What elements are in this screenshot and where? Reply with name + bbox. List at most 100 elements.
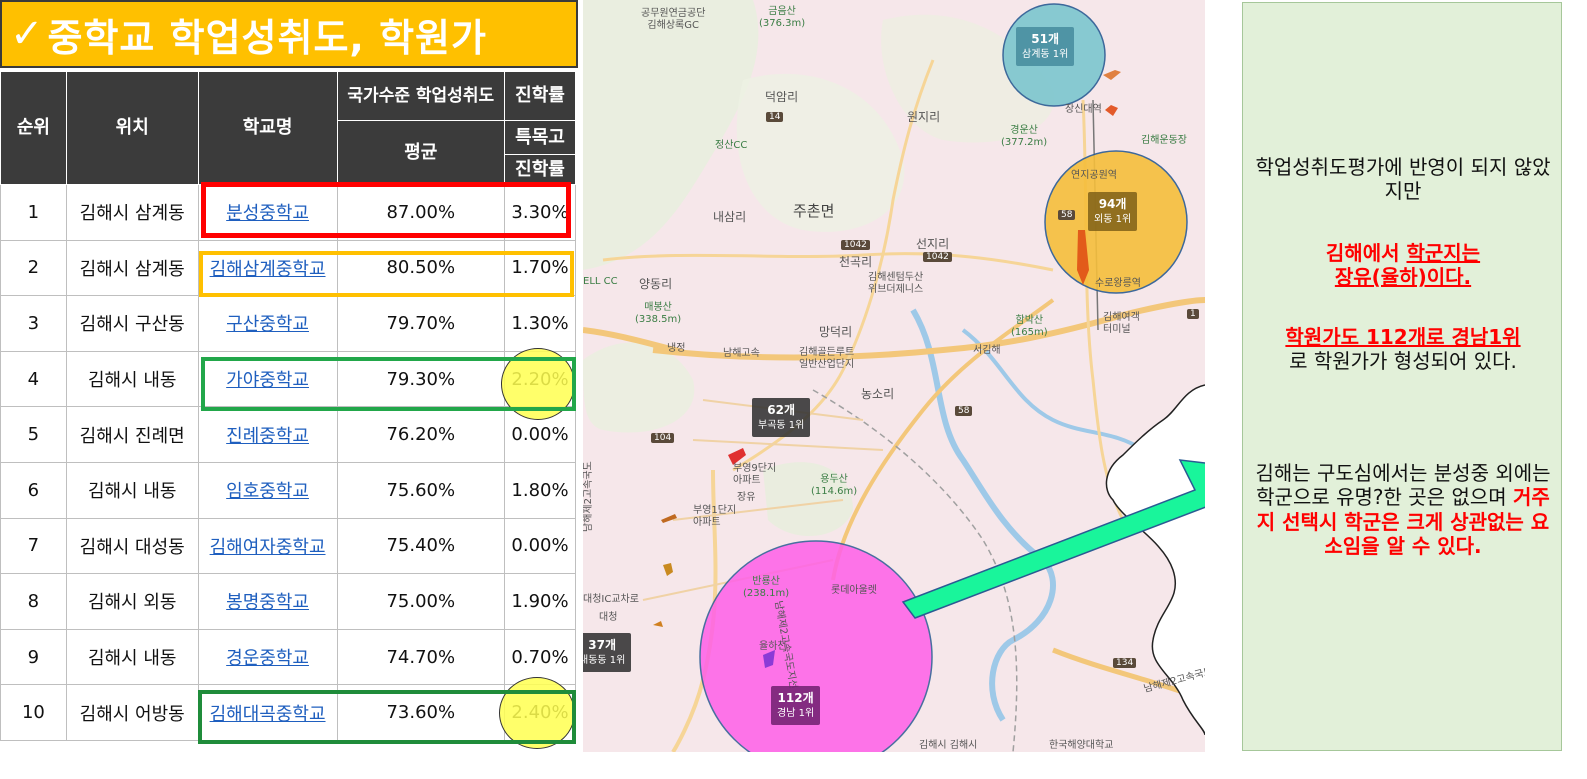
header-achievement: 국가수준 학업성취도 [336, 71, 506, 121]
road-sign-58-b: 58 [955, 406, 973, 416]
rank-cell: 2 [0, 239, 67, 297]
header-location: 위치 [65, 71, 199, 185]
page-title: 중학교 학업성취도, 학원가 [47, 15, 487, 60]
average-cell: 80.50% [336, 239, 506, 297]
academy-badge-naedong: 37개 내동동 1위 [583, 633, 632, 672]
rate-cell: 3.30% [504, 184, 576, 241]
average-cell: 74.70% [336, 628, 506, 686]
map-label-p28: 장유 [737, 492, 756, 503]
map-label-p1: 공무원연금공단 김해상록GC [641, 8, 706, 31]
location-cell: 김해시 내동 [65, 628, 199, 686]
school-link[interactable]: 김해삼계중학교 [197, 239, 338, 297]
academy-badge-yulha: 112개 경남 1위 [771, 686, 821, 725]
rank-cell: 8 [0, 573, 67, 630]
map-label-p2: 금음산 (376.3m) [759, 6, 806, 29]
map-label-p39: 김해시 김해시 [919, 740, 978, 751]
comment-para-2: 김해에서 학군지는 장유(율하)이다. [1325, 241, 1481, 290]
map-label-p14: 양동리 [639, 277, 673, 291]
comment-para-4: 김해는 구도심에서는 분성중 외에는 학군으로 유명?한 곳은 없으며 거주지 … [1255, 461, 1551, 559]
rank-cell: 5 [0, 406, 67, 463]
school-link[interactable]: 분성중학교 [197, 184, 338, 241]
road-sign-134: 134 [1113, 658, 1137, 668]
location-cell: 김해시 삼계동 [65, 239, 199, 297]
table-row: 6 김해시 내동 임호중학교 75.60% 1.80% [0, 461, 576, 519]
average-cell: 79.30% [336, 350, 506, 408]
location-cell: 김해시 대성동 [65, 517, 199, 575]
location-cell: 김해시 내동 [65, 350, 199, 408]
map-label-p26: 농소리 [861, 387, 895, 401]
map-label-p29: 부영1단지 아파트 [693, 505, 737, 528]
road-sign-1042-b: 1042 [923, 252, 952, 262]
map-label-p7: 김해운동장 [1141, 135, 1187, 146]
comment-para-1: 학업성취도평가에 반영이 되지 않았지만 [1255, 155, 1551, 204]
commentary-panel: 학업성취도평가에 반영이 되지 않았지만 김해에서 학군지는 장유(율하)이다.… [1242, 2, 1562, 751]
map-label-p21: 망덕리 [819, 325, 853, 339]
title-banner: ✓ 중학교 학업성취도, 학원가 [0, 0, 578, 68]
average-cell: 75.40% [336, 517, 506, 575]
area-map: 공무원연금공단 김해상록GC 금음산 (376.3m) 덕암리 원지리 정산CC… [583, 0, 1205, 752]
road-sign-1042-a: 1042 [841, 240, 870, 250]
map-label-p36: 한국해양대학교 [1049, 740, 1114, 751]
map-label-p23: 남해고속 [723, 348, 760, 359]
map-label-p10: 주촌면 [793, 202, 835, 220]
academy-badge-oedong: 94개 외동 1위 [1088, 192, 1138, 231]
map-label-p32: 롯데아울렛 [831, 585, 877, 596]
table-row: 9 김해시 내동 경운중학교 74.70% 0.70% [0, 628, 576, 686]
map-base [583, 0, 1205, 752]
rate-cell: 1.80% [504, 461, 576, 519]
map-label-p33: 대청IC교차로 [583, 594, 639, 605]
rate-cell: 1.30% [504, 295, 576, 352]
school-link[interactable]: 김해여자중학교 [197, 517, 338, 575]
school-link[interactable]: 가야중학교 [197, 350, 338, 408]
average-cell: 79.70% [336, 295, 506, 352]
rank-cell: 7 [0, 517, 67, 575]
school-link[interactable]: 임호중학교 [197, 461, 338, 519]
map-label-p18: 수로왕릉역 [1095, 278, 1141, 289]
map-label-p24: 김해골든루트 일반산업단지 [799, 347, 855, 370]
check-icon: ✓ [10, 11, 44, 57]
ranking-table: 순위 위치 학교명 국가수준 학업성취도 진학률 평균 특목고 진학률 1 김해시… [0, 71, 576, 741]
map-label-p17: 연지공원역 [1071, 170, 1117, 181]
slide: ✓ 중학교 학업성취도, 학원가 순위 위치 학교명 국가수준 학업성취도 진학… [0, 0, 1587, 779]
school-link[interactable]: 진례중학교 [197, 406, 338, 463]
school-link[interactable]: 봉명중학교 [197, 573, 338, 630]
map-label-p27: 부영9단지 아파트 [733, 463, 777, 486]
location-cell: 김해시 진례면 [65, 406, 199, 463]
map-label-p3: 덕암리 [765, 90, 799, 104]
map-label-p19: 함박산 (165m) [1011, 315, 1048, 338]
school-link[interactable]: 김해대곡중학교 [197, 684, 338, 741]
map-label-p6: 경운산 (377.2m) [1001, 125, 1048, 148]
map-label-p22: 냉정 [667, 343, 686, 354]
academy-badge-samgye: 51개 삼계동 1위 [1016, 27, 1075, 66]
location-cell: 김해시 구산동 [65, 295, 199, 352]
average-cell: 76.20% [336, 406, 506, 463]
map-label-p11: 선지리 [916, 237, 950, 251]
road-sign-14: 14 [766, 112, 784, 122]
comment-para-3: 학원가도 112개로 경남1위 로 학원가가 형성되어 있다. [1285, 325, 1521, 374]
school-link[interactable]: 구산중학교 [197, 295, 338, 352]
school-link[interactable]: 경운중학교 [197, 628, 338, 686]
average-cell: 75.00% [336, 573, 506, 630]
academy-badge-bugok: 62개 부곡동 1위 [752, 398, 811, 437]
rank-cell: 10 [0, 684, 67, 741]
rate-cell: 0.00% [504, 517, 576, 575]
table-row: 8 김해시 외동 봉명중학교 75.00% 1.90% [0, 573, 576, 630]
header-rate2: 진학률 [504, 154, 576, 185]
rank-cell: 3 [0, 295, 67, 352]
map-label-p12: 천곡리 [839, 255, 873, 269]
table-row: 10김해시 어방동김해대곡중학교73.60%2.40% [0, 684, 576, 741]
highlight-circle-rank10 [499, 677, 575, 749]
table-row: 1 김해시 삼계동 분성중학교 87.00% 3.30% [0, 184, 576, 241]
header-school: 학교명 [197, 71, 338, 185]
table-row: 5 김해시 진례면 진례중학교 76.20% 0.00% [0, 406, 576, 463]
rate-cell: 1.70% [504, 239, 576, 297]
road-sign-58-a: 58 [1058, 210, 1076, 220]
table-row: 4김해시 내동가야중학교79.30%2.20% [0, 350, 576, 408]
header-special: 특목고 [504, 120, 576, 155]
map-label-p15: 매봉산 (338.5m) [635, 302, 682, 325]
table-body: 1 김해시 삼계동 분성중학교 87.00% 3.30% 2 김해시 삼계동 김해삼계중학교 8… [0, 184, 576, 741]
header-rate: 진학률 [504, 71, 576, 121]
map-label-p9: 내삼리 [713, 210, 747, 224]
map-label-p30: 용두산 (114.6m) [811, 474, 858, 497]
map-label-p20: 김해여객 터미널 [1103, 312, 1140, 335]
